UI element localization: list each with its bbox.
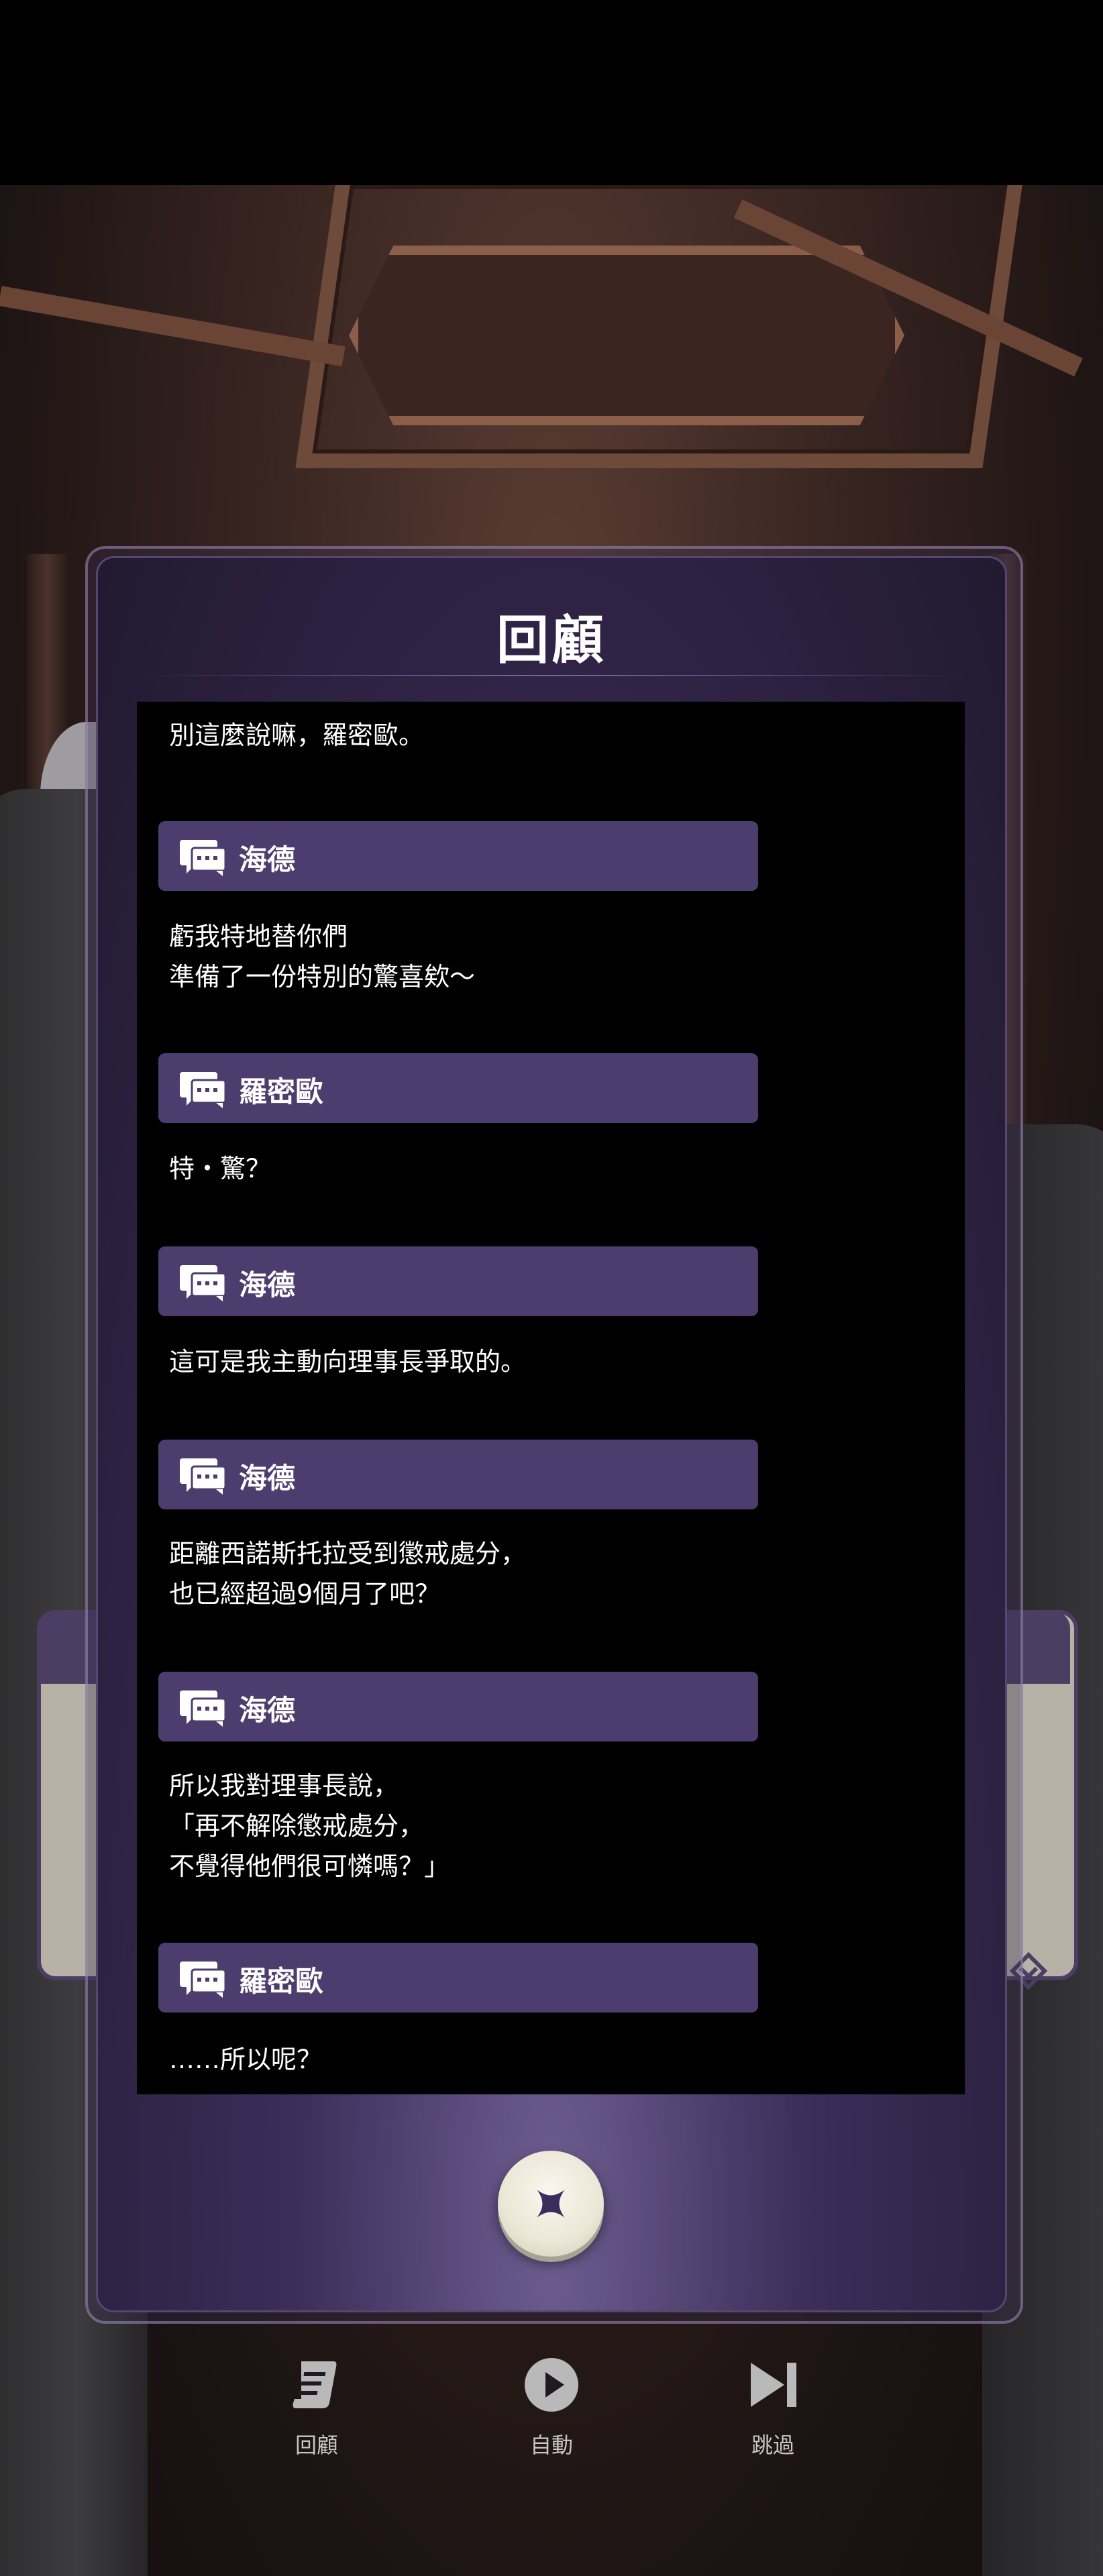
speaker-bar: 海德 [158,1440,758,1509]
dialogue-text: ……所以呢？ [169,2045,323,2074]
speaker-bar: 海德 [158,821,758,891]
dialogue-text: 距離西諾斯托拉受到懲戒處分， 也已經超過9個月了吧？ [169,1539,527,1609]
dialogue-text: 這可是我主動向理事長爭取的。 [169,1347,527,1377]
dialogue-text: 別這麼說嘛，羅密歐。 [169,720,425,750]
close-x-icon [537,2190,565,2218]
speech-bubble-icon [180,1265,227,1301]
speaker-name: 海德 [239,843,296,876]
ceiling-panel [349,246,904,425]
bottom-review-label: 回顧 [295,2432,338,2458]
speaker-name: 海德 [239,1269,296,1301]
speech-bubble-icon [180,1962,227,1998]
bottom-skip-button[interactable]: 跳過 [706,2355,840,2459]
title-divider [138,675,965,676]
review-log-scroll-area[interactable]: 別這麼說嘛，羅密歐。 海德 虧我特地替你們 準備了一份特別的驚喜欸～ 羅密歐 特… [137,702,965,2094]
speech-bubble-icon [180,840,227,876]
speaker-bar: 海德 [158,1672,758,1741]
ceiling-beam [0,286,346,367]
bottom-review-button[interactable]: 回顧 [250,2355,384,2459]
speaker-bar: 羅密歐 [158,1053,758,1123]
skip-icon [751,2363,796,2407]
review-panel: 回顧 別這麼說嘛，羅密歐。 海德 虧我特地替你們 準備了一份特別的驚喜欸～ 羅密… [98,558,1005,2310]
speaker-bar: 羅密歐 [158,1943,758,2012]
dialogue-text: 特・驚？ [169,1154,272,1183]
panel-title: 回顧 [496,610,607,671]
dialogue-text: 虧我特地替你們 準備了一份特別的驚喜欸～ [169,922,476,991]
play-icon [525,2358,578,2412]
speaker-name: 羅密歐 [239,1075,324,1108]
bottom-auto-label: 自動 [529,2432,573,2458]
speaker-bar: 海德 [158,1246,758,1316]
speaker-name: 海德 [239,1462,296,1495]
bottom-auto-button[interactable]: 自動 [484,2355,619,2459]
bottom-skip-label: 跳過 [751,2432,794,2458]
speaker-name: 海德 [239,1694,296,1727]
close-button[interactable] [498,2151,604,2257]
speech-bubble-icon [180,1690,227,1727]
speech-bubble-icon [180,1072,227,1108]
scroll-icon [293,2361,337,2408]
speaker-name: 羅密歐 [239,1965,324,1998]
speech-bubble-icon [180,1458,227,1495]
dialogue-text: 所以我對理事長說， 「再不解除懲戒處分， 不覺得他們很可憐嗎？」 [169,1771,450,1881]
